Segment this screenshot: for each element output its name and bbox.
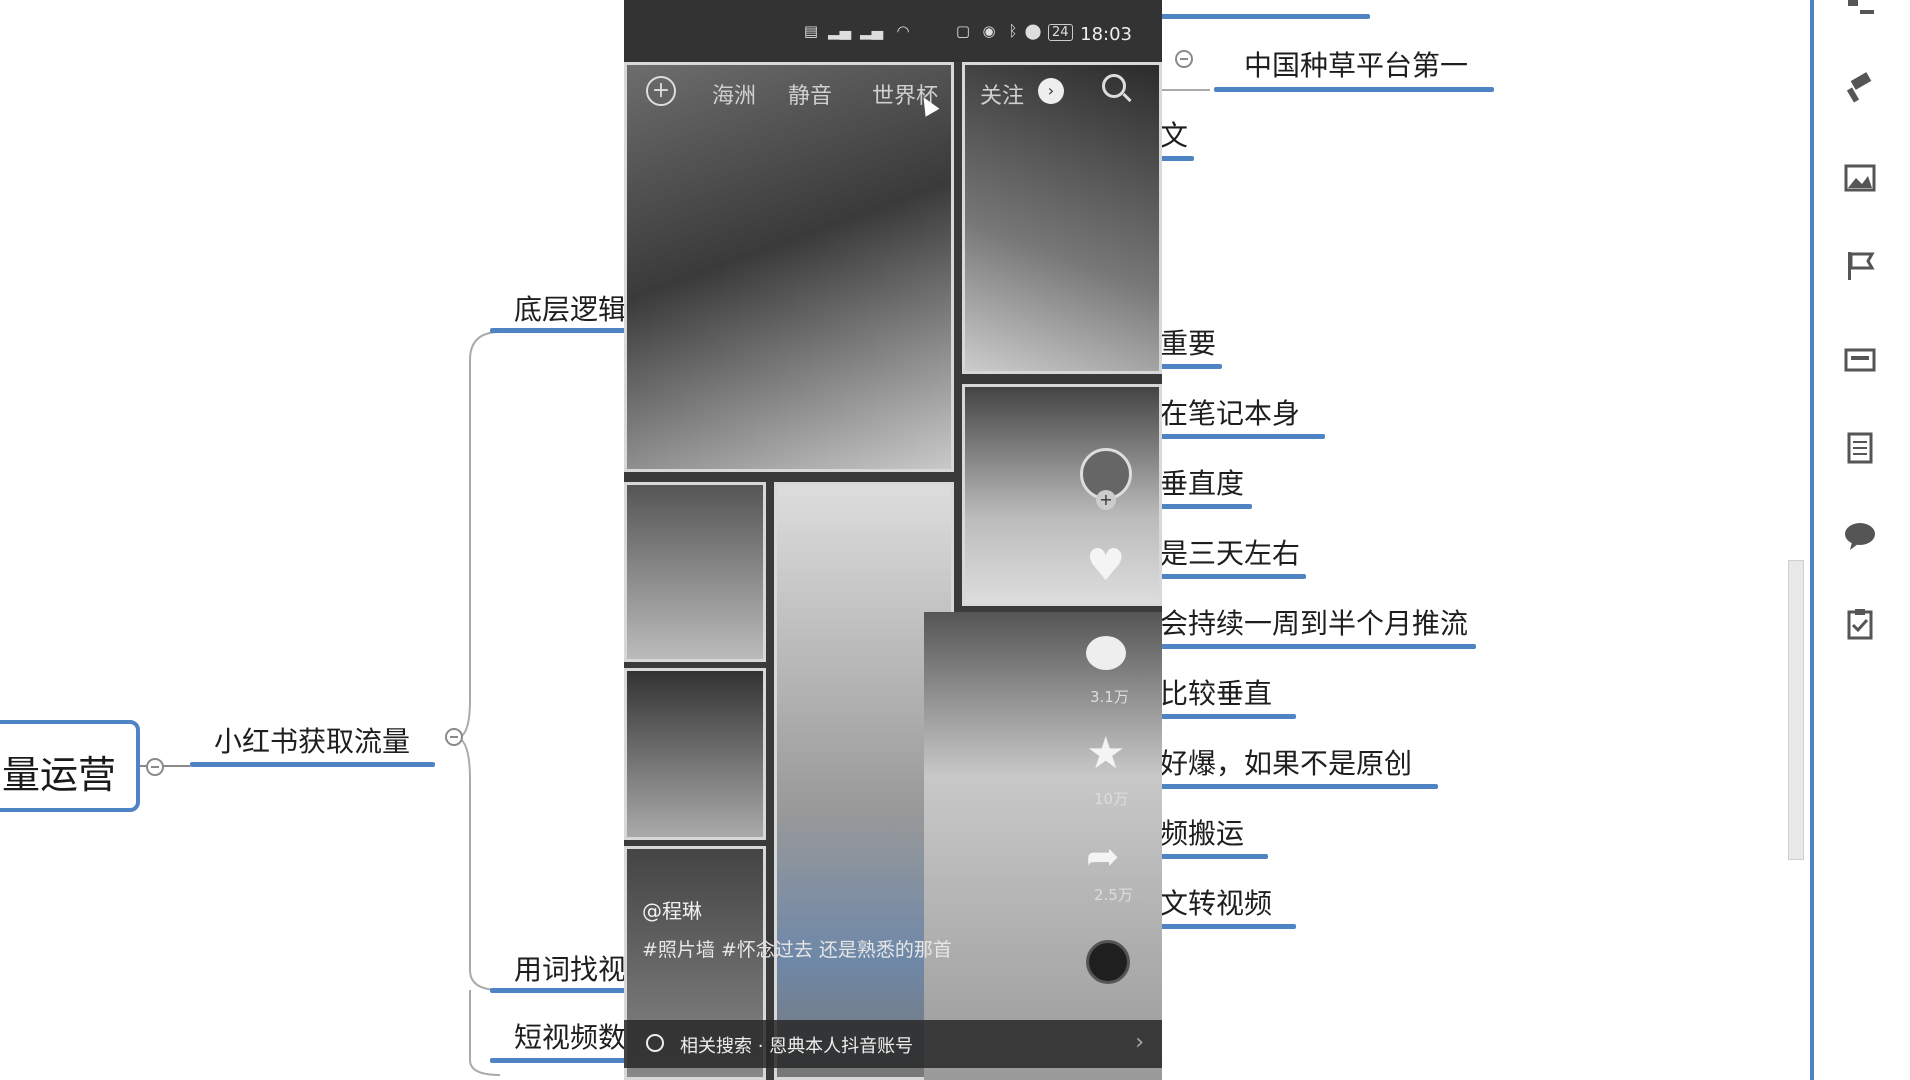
add-icon[interactable]: + xyxy=(646,76,676,106)
node-underline xyxy=(1160,854,1268,859)
task-icon[interactable] xyxy=(1842,606,1878,642)
comment-icon[interactable] xyxy=(1842,518,1878,554)
related-search-bar[interactable]: 相关搜索 · 恩典本人抖音账号 › xyxy=(624,1020,1162,1068)
node-right-8[interactable]: 好爆，如果不是原创 xyxy=(1160,742,1412,782)
signal-icon: ▂▄ xyxy=(828,22,852,40)
share-icon[interactable]: ➦ xyxy=(1086,834,1120,880)
tab-region[interactable]: 海洲 xyxy=(712,78,756,110)
favorite-count: 10万 xyxy=(1094,790,1129,808)
node-underline xyxy=(1160,924,1296,929)
flag-icon[interactable] xyxy=(1842,248,1878,284)
node-underline xyxy=(1160,364,1222,369)
wifi-icon: ◠ xyxy=(896,22,910,40)
node-underline xyxy=(1160,504,1252,509)
photo-tile xyxy=(624,668,766,840)
collapse-toggle-right[interactable] xyxy=(1175,50,1193,68)
node-keyword-video[interactable]: 用词找视 xyxy=(514,948,626,988)
node-underline xyxy=(490,988,630,993)
node-right-10[interactable]: 文转视频 xyxy=(1160,882,1272,922)
music-disc-icon[interactable] xyxy=(1086,940,1130,984)
node-right-4[interactable]: 垂直度 xyxy=(1160,462,1244,502)
branch-underline xyxy=(190,762,435,767)
bluetooth-icon: ᛒ xyxy=(1008,22,1018,40)
photo-tile xyxy=(962,384,1162,606)
node-underline xyxy=(490,1058,630,1063)
phone-screen: ▤ ▂▄ ▂▄ ◠ ▢ ◉ ᛒ ⬤ 24 18:03 + 海洲 静音 世界杯 关… xyxy=(624,0,1162,1080)
node-underline xyxy=(1160,156,1194,161)
panel-border xyxy=(1810,0,1814,1080)
comment-icon[interactable] xyxy=(1086,636,1126,670)
tab-mute[interactable]: 静音 xyxy=(788,78,832,110)
comment-count: 3.1万 xyxy=(1090,688,1129,706)
node-right-6[interactable]: 会持续一周到半个月推流 xyxy=(1160,602,1468,642)
root-node[interactable]: 量运营 xyxy=(0,720,140,812)
format-brush-icon[interactable] xyxy=(1842,70,1878,106)
node-underline xyxy=(1160,714,1296,719)
label-icon[interactable] xyxy=(1842,342,1878,378)
sim-icon: ▤ xyxy=(803,22,819,40)
heart-icon[interactable]: ♥ xyxy=(1086,540,1125,591)
battery-icon: 24 xyxy=(1048,24,1073,41)
related-search-text: 相关搜索 · 恩典本人抖音账号 xyxy=(680,1036,914,1057)
chevron-right-icon[interactable]: › xyxy=(1038,78,1064,104)
location-icon: ⬤ xyxy=(1024,22,1042,40)
outline-icon[interactable] xyxy=(1842,0,1878,32)
collapse-toggle-branch[interactable] xyxy=(445,728,463,746)
node-right-5[interactable]: 是三天左右 xyxy=(1160,532,1300,572)
search-icon-handle xyxy=(1122,92,1132,103)
branch-node-label[interactable]: 小红书获取流量 xyxy=(214,720,410,760)
star-icon[interactable]: ★ xyxy=(1086,728,1125,779)
node-right-3[interactable]: 在笔记本身 xyxy=(1160,392,1300,432)
node-right-2[interactable]: 重要 xyxy=(1160,322,1216,362)
node-right-9[interactable]: 频搬运 xyxy=(1160,812,1244,852)
share-count: 2.5万 xyxy=(1094,886,1133,904)
follow-plus-icon[interactable]: + xyxy=(1096,490,1116,510)
photo-tile xyxy=(624,62,954,472)
video-caption[interactable]: #照片墙 #怀念过去 还是熟悉的那首 xyxy=(642,935,952,962)
node-right-7[interactable]: 比较垂直 xyxy=(1160,672,1272,712)
node-underline xyxy=(1214,87,1494,92)
note-icon[interactable] xyxy=(1842,430,1878,466)
video-feed[interactable] xyxy=(624,62,1162,1080)
node-underline xyxy=(1160,574,1306,579)
search-icon xyxy=(646,1034,664,1052)
root-node-label: 量运营 xyxy=(2,753,117,797)
video-author[interactable]: @程琳 xyxy=(642,895,702,924)
node-underline xyxy=(1160,434,1325,439)
node-underline xyxy=(1160,644,1476,649)
chevron-right-icon: › xyxy=(1135,1030,1144,1055)
tab-following[interactable]: 关注 xyxy=(980,78,1024,110)
photo-tile xyxy=(624,482,766,662)
eye-icon: ◉ xyxy=(982,22,996,40)
scrollbar[interactable] xyxy=(1788,560,1804,860)
status-bar: ▤ ▂▄ ▂▄ ◠ ▢ ◉ ᛒ ⬤ 24 18:03 xyxy=(624,0,1162,62)
image-icon[interactable] xyxy=(1842,160,1878,196)
nfc-icon: ▢ xyxy=(955,22,971,40)
collapse-toggle-root[interactable] xyxy=(146,758,164,776)
node-underlying-logic[interactable]: 底层逻辑 xyxy=(514,288,626,328)
node-right-1[interactable]: 文 xyxy=(1160,114,1188,154)
node-short-video-data[interactable]: 短视频数 xyxy=(514,1016,626,1056)
node-underline xyxy=(1160,784,1438,789)
node-china-grass-platform[interactable]: 中国种草平台第一 xyxy=(1244,44,1468,84)
status-time: 18:03 xyxy=(1080,24,1132,45)
node-underline xyxy=(1160,14,1370,19)
node-underline xyxy=(490,328,630,333)
photo-tile xyxy=(924,612,1162,1080)
top-nav: + 海洲 静音 世界杯 关注 › xyxy=(624,70,1162,120)
signal-icon: ▂▄ xyxy=(860,22,884,40)
